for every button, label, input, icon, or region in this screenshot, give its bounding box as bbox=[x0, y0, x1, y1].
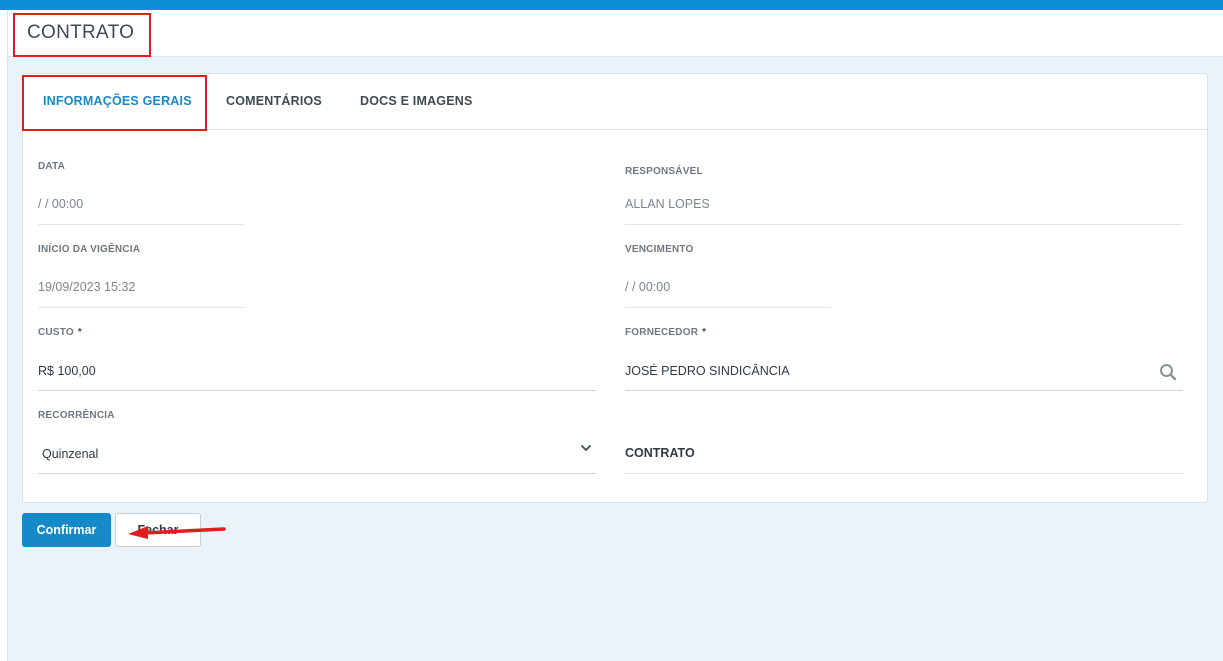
left-edge-panel bbox=[0, 10, 8, 661]
inicio-vigencia-underline bbox=[38, 307, 244, 308]
fornecedor-input[interactable]: JOSÉ PEDRO SINDICÂNCIA bbox=[625, 364, 790, 378]
data-field[interactable]: / / 00:00 bbox=[38, 197, 83, 211]
recorrencia-select[interactable]: Quinzenal bbox=[42, 447, 98, 461]
custo-label-text: CUSTO bbox=[38, 327, 74, 338]
data-label: DATA bbox=[38, 161, 66, 172]
confirm-button[interactable]: Confirmar bbox=[22, 513, 111, 547]
red-arrow-annotation bbox=[128, 526, 226, 539]
page-header: CONTRATO bbox=[8, 10, 1223, 57]
inicio-vigencia-label: INÍCIO DA VIGÊNCIA bbox=[38, 244, 141, 255]
contrato-underline bbox=[625, 473, 1183, 474]
fornecedor-underline bbox=[625, 390, 1183, 391]
recorrencia-label: RECORRÊNCIA bbox=[38, 410, 115, 421]
inicio-vigencia-field[interactable]: 19/09/2023 15:32 bbox=[38, 280, 135, 294]
data-underline bbox=[38, 224, 244, 225]
vencimento-field[interactable]: / / 00:00 bbox=[625, 280, 670, 294]
responsavel-field: ALLAN LOPES bbox=[625, 197, 710, 211]
vencimento-underline bbox=[625, 307, 831, 308]
tab-comentarios[interactable]: COMENTÁRIOS bbox=[226, 94, 322, 108]
top-accent-bar bbox=[0, 0, 1223, 10]
required-asterisk: * bbox=[77, 327, 82, 338]
tab-bar: INFORMAÇÕES GERAIS COMENTÁRIOS DOCS E IM… bbox=[23, 74, 1207, 130]
custo-label: CUSTO * bbox=[38, 327, 82, 338]
tab-docs-e-imagens[interactable]: DOCS E IMAGENS bbox=[360, 94, 473, 108]
search-icon[interactable] bbox=[1159, 363, 1177, 381]
recorrencia-underline bbox=[38, 473, 596, 474]
custo-underline bbox=[38, 390, 596, 391]
contrato-section-title: CONTRATO bbox=[625, 446, 695, 460]
tab-informacoes-gerais[interactable]: INFORMAÇÕES GERAIS bbox=[43, 94, 192, 108]
vencimento-label: VENCIMENTO bbox=[625, 244, 694, 255]
chevron-down-icon[interactable] bbox=[580, 442, 592, 454]
responsavel-label: RESPONSÁVEL bbox=[625, 166, 703, 177]
custo-input[interactable]: R$ 100,00 bbox=[38, 364, 96, 378]
fornecedor-label: FORNECEDOR * bbox=[625, 327, 706, 338]
page-title: CONTRATO bbox=[27, 22, 135, 43]
required-asterisk: * bbox=[702, 327, 707, 338]
fornecedor-label-text: FORNECEDOR bbox=[625, 327, 699, 338]
form-card: INFORMAÇÕES GERAIS COMENTÁRIOS DOCS E IM… bbox=[22, 73, 1208, 503]
responsavel-underline bbox=[625, 224, 1182, 225]
